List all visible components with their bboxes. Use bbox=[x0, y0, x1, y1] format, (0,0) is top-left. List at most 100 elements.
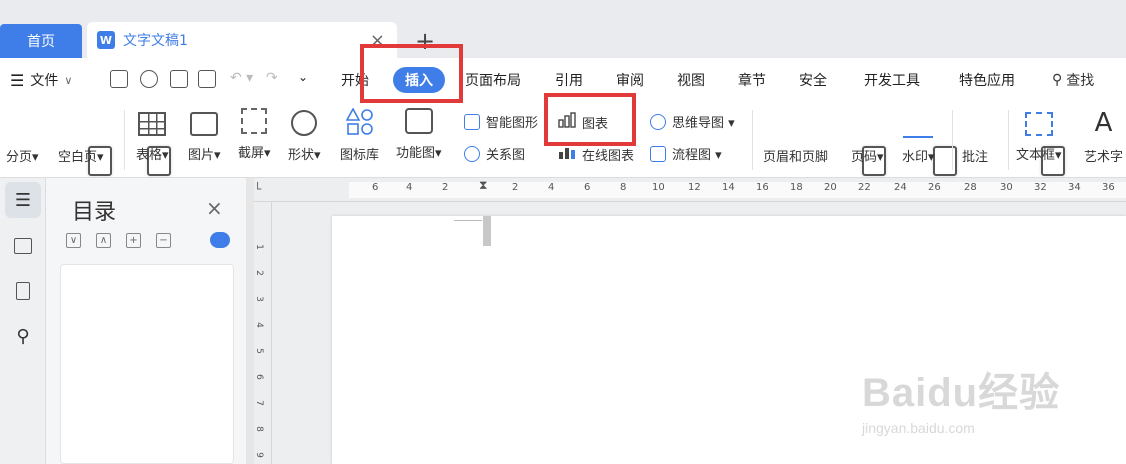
search-icon: ⚲ bbox=[1052, 72, 1063, 88]
word-art-button[interactable]: A 艺术字 bbox=[1084, 108, 1123, 165]
smart-outline-toggle[interactable] bbox=[210, 232, 230, 248]
list-icon: ☰ bbox=[14, 189, 32, 211]
ruler-tick: 20 bbox=[824, 182, 837, 193]
expand-icon[interactable]: ∨ bbox=[66, 233, 81, 248]
ruler-tick: 18 bbox=[790, 182, 803, 193]
comment-button[interactable]: 批注 bbox=[962, 108, 1065, 176]
vertical-ruler[interactable]: 1 2 3 4 5 6 7 8 9 bbox=[254, 202, 272, 464]
ruler-corner-icon: └ bbox=[254, 182, 262, 196]
online-chart-button[interactable]: 在线图表 bbox=[558, 144, 634, 164]
screenshot-button[interactable]: 截屏▾ bbox=[238, 108, 271, 161]
horizontal-ruler[interactable]: └ ⧗ 6 4 2 2 4 6 8 10 12 14 16 18 20 22 2… bbox=[254, 178, 1126, 202]
ruler-tick: 4 bbox=[548, 182, 555, 193]
function-chart-button[interactable]: 功能图▾ bbox=[396, 108, 442, 161]
tab-document[interactable]: W 文字文稿1 × bbox=[87, 22, 397, 58]
screenshot-label: 截屏▾ bbox=[238, 146, 271, 161]
outline-view-button[interactable]: ☰ bbox=[5, 182, 41, 218]
header-footer-button[interactable]: 页眉和页脚 bbox=[763, 108, 886, 176]
watermark-brand: Baidu经验 bbox=[862, 371, 1061, 415]
find-replace-button[interactable]: ⚲ bbox=[5, 318, 41, 354]
menu-file[interactable]: ☰ 文件 ∨ bbox=[10, 70, 72, 90]
shape-icon bbox=[291, 110, 318, 136]
screenshot-icon bbox=[241, 108, 268, 134]
search-label: 查找 bbox=[1066, 73, 1095, 89]
collapse-icon[interactable]: ∧ bbox=[96, 233, 111, 248]
save-icon[interactable] bbox=[110, 70, 128, 88]
mindmap-button[interactable]: 思维导图 ▾ bbox=[650, 112, 735, 131]
bookmark-button[interactable] bbox=[5, 273, 41, 309]
shape-button[interactable]: 形状▾ bbox=[288, 108, 321, 163]
menu-view[interactable]: 视图 bbox=[677, 70, 705, 90]
blank-page-label: 空白页▾ bbox=[58, 150, 104, 165]
flowchart-icon bbox=[650, 145, 666, 162]
mindmap-label: 思维导图 ▾ bbox=[672, 116, 735, 131]
baidu-jingyan-watermark: Baidu经验 jingyan.baidu.com bbox=[862, 360, 1060, 436]
highlight-insert-tab bbox=[360, 44, 463, 103]
smart-art-icon bbox=[464, 113, 480, 130]
icon-library-icon bbox=[345, 107, 374, 136]
ruler-tick: 24 bbox=[894, 182, 907, 193]
search-button[interactable]: ⚲ 查找 bbox=[1052, 70, 1094, 90]
ruler-tick: 4 bbox=[253, 322, 264, 328]
menu-security[interactable]: 安全 bbox=[799, 70, 827, 90]
menu-references[interactable]: 引用 bbox=[555, 70, 583, 90]
menu-section[interactable]: 章节 bbox=[738, 70, 766, 90]
ruler-tick: 5 bbox=[253, 348, 264, 354]
table-button[interactable]: 表格▾ bbox=[136, 108, 169, 163]
picture-label: 图片▾ bbox=[188, 148, 221, 163]
icon-library-button[interactable]: 图标库 bbox=[340, 107, 380, 163]
outline-panel: 目录 × ∨ ∧ + − bbox=[46, 178, 246, 464]
menu-page-layout[interactable]: 页面布局 bbox=[465, 70, 521, 90]
add-level-icon[interactable]: + bbox=[126, 233, 141, 248]
redo-icon[interactable]: ↷ bbox=[266, 70, 278, 86]
icon-library-label: 图标库 bbox=[340, 148, 380, 163]
ruler-tick: 22 bbox=[858, 182, 871, 193]
chapter-icon bbox=[14, 238, 32, 254]
smart-art-button[interactable]: 智能图形 bbox=[464, 112, 538, 131]
text-box-button[interactable]: 文本框▾ bbox=[1016, 108, 1062, 163]
ruler-tick: 2 bbox=[512, 182, 519, 193]
print-preview-icon[interactable] bbox=[198, 70, 216, 88]
close-icon[interactable]: × bbox=[206, 196, 223, 220]
relation-chart-button[interactable]: 关系图 bbox=[464, 144, 525, 163]
blank-page-button[interactable]: 空白页▾ bbox=[58, 108, 171, 176]
margin-marker bbox=[454, 220, 482, 221]
outline-title: 目录 bbox=[72, 200, 117, 225]
tab-home[interactable]: 首页 bbox=[0, 24, 82, 58]
flowchart-button[interactable]: 流程图 ▾ bbox=[650, 144, 722, 163]
menu-special-apps[interactable]: 特色应用 bbox=[959, 70, 1015, 90]
table-label: 表格▾ bbox=[136, 148, 169, 163]
ruler-tick: 6 bbox=[584, 182, 591, 193]
ruler-tick: 30 bbox=[1000, 182, 1013, 193]
menu-review[interactable]: 审阅 bbox=[616, 70, 644, 90]
remove-level-icon[interactable]: − bbox=[156, 233, 171, 248]
ruler-tick: 3 bbox=[253, 296, 264, 302]
header-footer-label: 页眉和页脚 bbox=[763, 150, 829, 165]
online-chart-icon bbox=[558, 144, 576, 164]
page-break-button[interactable]: 分页▾ bbox=[6, 108, 113, 176]
ribbon-divider bbox=[752, 110, 753, 170]
ribbon-divider bbox=[124, 110, 125, 170]
ruler-tick: 14 bbox=[722, 182, 735, 193]
ruler-tick: 16 bbox=[756, 182, 769, 193]
ruler-tick: 32 bbox=[1034, 182, 1047, 193]
page-number-label: 页码▾ bbox=[851, 150, 884, 165]
word-art-label: 艺术字 bbox=[1084, 150, 1124, 165]
watermark-label: 水印▾ bbox=[902, 150, 935, 165]
watermark-button[interactable]: 水印▾ bbox=[902, 108, 935, 165]
indent-marker-icon[interactable]: ⧗ bbox=[479, 178, 487, 193]
picture-button[interactable]: 图片▾ bbox=[188, 108, 221, 163]
print-icon[interactable] bbox=[170, 70, 188, 88]
undo-icon[interactable]: ↶ ▾ bbox=[230, 70, 253, 86]
menu-developer-tools[interactable]: 开发工具 bbox=[864, 70, 920, 90]
outline-list[interactable] bbox=[60, 264, 234, 464]
function-chart-icon bbox=[404, 108, 433, 134]
ruler-tick: 26 bbox=[928, 182, 941, 193]
chapter-nav-button[interactable] bbox=[5, 228, 41, 264]
page-number-button[interactable]: 页码▾ bbox=[851, 108, 958, 176]
format-painter-icon[interactable] bbox=[140, 70, 158, 88]
outline-scrollbar[interactable] bbox=[246, 178, 254, 464]
document-title: 文字文稿1 bbox=[123, 33, 188, 49]
flowchart-label: 流程图 ▾ bbox=[672, 148, 722, 163]
customize-toolbar-icon[interactable]: ⌄ bbox=[298, 70, 308, 84]
